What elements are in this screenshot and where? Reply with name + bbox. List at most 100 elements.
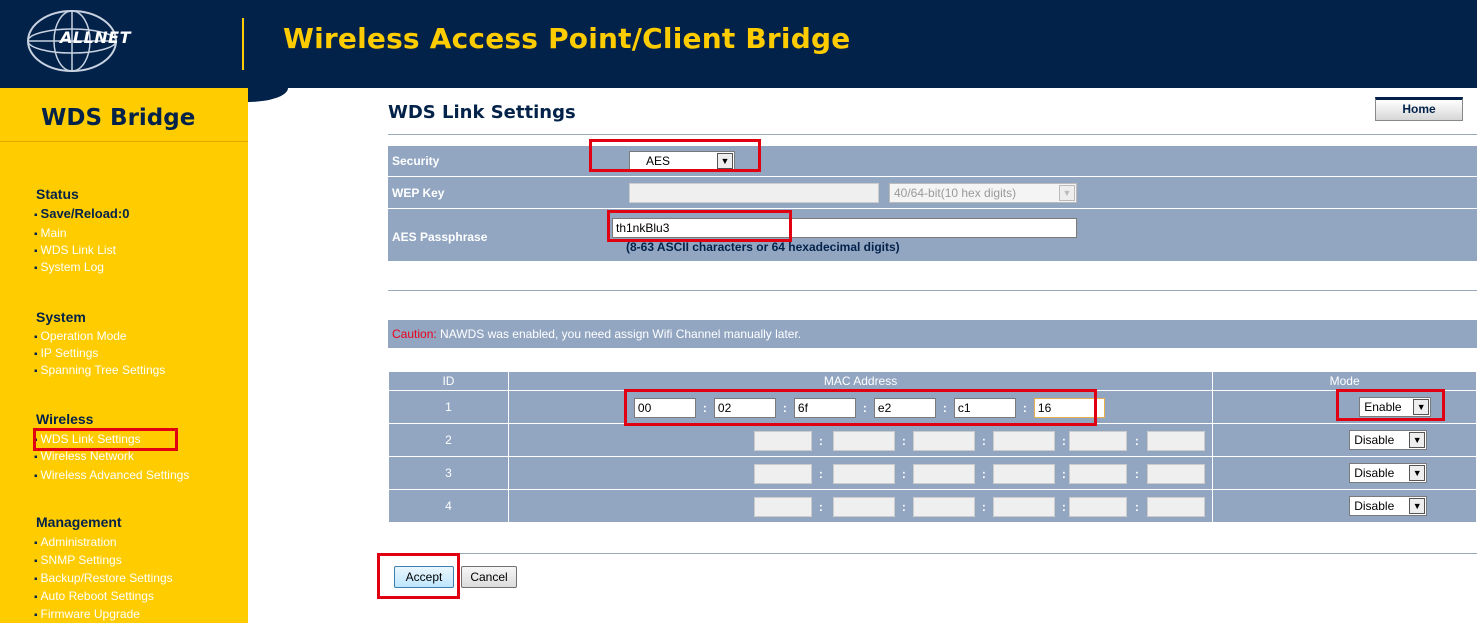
mac-separator: :	[1134, 500, 1139, 514]
sidebar-item-wireless-network[interactable]: ▪ Wireless Network	[34, 449, 134, 463]
mode-value: Disable	[1354, 499, 1395, 513]
sidebar-item-label: Save/Reload:0	[40, 206, 130, 221]
mode-value: Disable	[1354, 433, 1395, 447]
table-row: 3 : : : : : Disable ▼	[388, 456, 1477, 490]
sidebar-item-operation-mode[interactable]: ▪ Operation Mode	[34, 329, 127, 343]
section-divider	[388, 290, 1477, 291]
mode-select[interactable]: Disable ▼	[1349, 430, 1428, 450]
mac-octet-4[interactable]	[992, 497, 1055, 517]
mode-value: Enable	[1364, 400, 1402, 414]
mac-octet-5[interactable]	[1068, 431, 1127, 451]
sidebar-item-spanning-tree[interactable]: ▪ Spanning Tree Settings	[34, 363, 165, 377]
mac-octet-2[interactable]	[832, 497, 895, 517]
mac-octet-6[interactable]: 16	[1033, 398, 1105, 418]
mac-separator: :	[1061, 434, 1066, 448]
mac-octet-1[interactable]	[753, 464, 812, 484]
bullet-icon: ▪	[34, 610, 38, 621]
mac-octet-1[interactable]	[753, 497, 812, 517]
sidebar-item-label: Firmware Upgrade	[40, 607, 140, 621]
mac-octet-3[interactable]	[912, 464, 975, 484]
sidebar-section-system: System	[36, 309, 86, 325]
dropdown-arrow-icon: ▼	[1409, 465, 1426, 481]
sidebar-item-system-log[interactable]: ▪ System Log	[34, 260, 104, 274]
bullet-icon: ▪	[34, 366, 38, 377]
table-row: 2 : : : : : Disable ▼	[388, 423, 1477, 457]
sidebar-item-main[interactable]: ▪ Main	[34, 226, 67, 240]
sidebar-item-auto-reboot[interactable]: ▪ Auto Reboot Settings	[34, 589, 154, 603]
mac-octet-4[interactable]: e2	[873, 398, 936, 418]
sidebar-item-label: Administration	[40, 535, 117, 549]
mac-octet-3[interactable]: 6f	[793, 398, 856, 418]
mac-cell: : : : : :	[507, 456, 1214, 490]
security-row: Security	[388, 146, 1477, 176]
mode-cell: Disable ▼	[1212, 456, 1477, 490]
mac-octet-5[interactable]: c1	[953, 398, 1016, 418]
row-id: 4	[388, 489, 509, 523]
mac-octet-6[interactable]	[1146, 431, 1205, 451]
mac-cell: : : : : :	[507, 423, 1214, 457]
mac-octet-3[interactable]	[912, 497, 975, 517]
mac-cell: : : : : :	[507, 489, 1214, 523]
mode-cell: Enable ▼	[1212, 390, 1477, 424]
mac-octet-6[interactable]	[1146, 497, 1205, 517]
mac-separator: :	[981, 500, 986, 514]
mac-octet-1[interactable]: 00	[633, 398, 696, 418]
mac-separator: :	[1061, 500, 1066, 514]
mode-select[interactable]: Enable ▼	[1359, 397, 1432, 417]
home-button[interactable]: Home	[1375, 97, 1463, 121]
sidebar-item-save-reload[interactable]: ▪ Save/Reload:0	[34, 206, 129, 221]
sidebar-item-label: System Log	[40, 260, 104, 274]
bullet-icon: ▪	[34, 556, 38, 567]
caution-prefix: Caution:	[392, 327, 437, 341]
bullet-icon: ▪	[34, 332, 38, 343]
mac-separator: :	[901, 500, 906, 514]
sidebar-item-wireless-advanced[interactable]: ▪ Wireless Advanced Settings	[34, 468, 189, 482]
mac-octet-4[interactable]	[992, 431, 1055, 451]
sidebar-item-snmp[interactable]: ▪ SNMP Settings	[34, 553, 122, 567]
bullet-icon: ▪	[34, 435, 38, 446]
column-header-id: ID	[388, 371, 509, 391]
sidebar-item-administration[interactable]: ▪ Administration	[34, 535, 117, 549]
bullet-icon: ▪	[34, 246, 38, 257]
sidebar-item-firmware-upgrade[interactable]: ▪ Firmware Upgrade	[34, 607, 140, 621]
mac-octet-5[interactable]	[1068, 497, 1127, 517]
sidebar-item-label: IP Settings	[40, 346, 99, 360]
wep-key-input[interactable]	[629, 183, 879, 203]
mode-select[interactable]: Disable ▼	[1349, 496, 1428, 516]
mac-octet-2[interactable]	[832, 464, 895, 484]
sidebar-item-backup-restore[interactable]: ▪ Backup/Restore Settings	[34, 571, 173, 585]
mac-octet-5[interactable]	[1068, 464, 1127, 484]
mac-octet-2[interactable]	[832, 431, 895, 451]
mac-octet-1[interactable]	[753, 431, 812, 451]
caution-message: NAWDS was enabled, you need assign Wifi …	[440, 327, 802, 341]
sidebar-item-label: Operation Mode	[40, 329, 127, 343]
sidebar-title: WDS Bridge	[41, 105, 196, 131]
mac-separator: :	[981, 434, 986, 448]
mac-octet-3[interactable]	[912, 431, 975, 451]
accept-button[interactable]: Accept	[394, 566, 454, 588]
bullet-icon: ▪	[34, 574, 38, 585]
mac-octet-2[interactable]: 02	[713, 398, 776, 418]
mode-select[interactable]: Disable ▼	[1349, 463, 1428, 483]
sidebar-item-wds-link-settings[interactable]: ▪ WDS Link Settings	[34, 432, 141, 446]
security-select[interactable]: AES ▼	[629, 151, 735, 171]
wep-length-select[interactable]: 40/64-bit(10 hex digits) ▼	[889, 183, 1077, 203]
dropdown-arrow-icon: ▼	[1059, 185, 1075, 201]
mac-octet-4[interactable]	[992, 464, 1055, 484]
aes-passphrase-input[interactable]: th1nkBlu3	[612, 218, 1077, 238]
bullet-icon: ▪	[34, 452, 38, 463]
mode-cell: Disable ▼	[1212, 423, 1477, 457]
sidebar-item-ip-settings[interactable]: ▪ IP Settings	[34, 346, 98, 360]
dropdown-arrow-icon: ▼	[1409, 498, 1426, 514]
mac-separator: :	[1134, 467, 1139, 481]
bullet-icon: ▪	[34, 210, 38, 221]
security-value: AES	[646, 154, 671, 168]
sidebar-item-wds-link-list[interactable]: ▪ WDS Link List	[34, 243, 116, 257]
mac-octet-6[interactable]	[1146, 464, 1205, 484]
wds-mac-table: ID MAC Address Mode 1 00 : 02 : 6f : e2 …	[388, 371, 1477, 523]
mac-separator: :	[818, 434, 823, 448]
mode-value: Disable	[1354, 466, 1395, 480]
wep-key-label: WEP Key	[392, 186, 445, 200]
cancel-button[interactable]: Cancel	[461, 566, 517, 588]
sidebar-item-label: WDS Link List	[40, 243, 116, 257]
